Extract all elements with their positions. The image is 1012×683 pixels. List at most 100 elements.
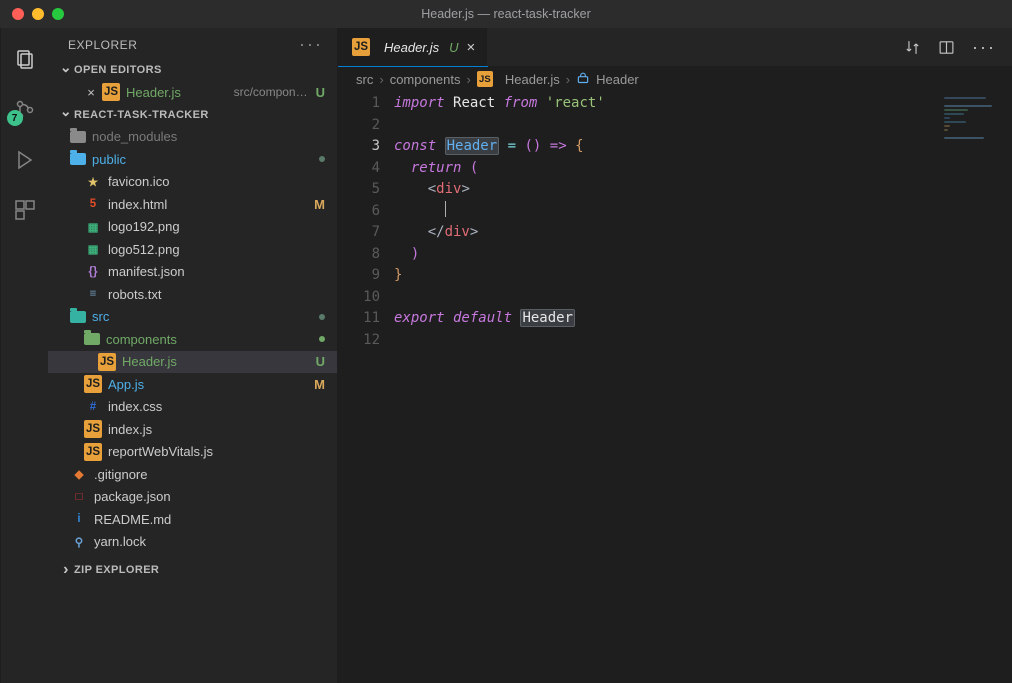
folder-item[interactable]: src	[48, 306, 337, 329]
file-icon: ▦	[84, 218, 102, 236]
extensions-icon[interactable]	[13, 198, 37, 222]
file-name: node_modules	[92, 129, 325, 144]
file-name: index.js	[108, 422, 325, 437]
file-name: App.js	[108, 377, 314, 392]
split-editor-icon[interactable]	[938, 37, 955, 58]
open-editor-status: U	[316, 85, 325, 100]
chevron-down-icon	[58, 62, 74, 78]
file-item[interactable]: JS index.js	[48, 418, 337, 441]
project-section[interactable]: REACT-TASK-TRACKER	[48, 104, 337, 126]
git-status: M	[314, 377, 325, 392]
file-icon: ▦	[84, 240, 102, 258]
tab-close-icon[interactable]: ×	[467, 39, 476, 56]
run-debug-icon[interactable]	[13, 148, 37, 172]
file-item[interactable]: JSHeader.jsU	[48, 351, 337, 374]
file-icon: #	[84, 398, 102, 416]
file-item[interactable]: ≡robots.txt	[48, 283, 337, 306]
explorer-title: EXPLORER	[68, 38, 137, 52]
file-name: yarn.lock	[94, 534, 325, 549]
open-editors-section[interactable]: OPEN EDITORS	[48, 59, 337, 81]
folder-icon	[70, 131, 86, 143]
file-item[interactable]: JS reportWebVitals.js	[48, 441, 337, 464]
breadcrumb-item[interactable]: Header.js	[505, 72, 560, 87]
js-file-icon: JS	[84, 443, 102, 461]
window-controls	[12, 8, 64, 20]
file-item[interactable]: ★ favicon.ico	[48, 171, 337, 194]
minimap[interactable]	[944, 95, 1004, 215]
file-item[interactable]: ▦logo512.png	[48, 238, 337, 261]
folder-icon	[70, 153, 86, 165]
zoom-window-button[interactable]	[52, 8, 64, 20]
explorer-icon[interactable]	[13, 48, 37, 72]
close-icon[interactable]: ×	[84, 85, 98, 100]
file-item[interactable]: iREADME.md	[48, 508, 337, 531]
file-name: manifest.json	[108, 264, 325, 279]
code-editor[interactable]: 123456789101112 import React from 'react…	[338, 93, 1012, 683]
open-editor-name: Header.js	[126, 85, 228, 100]
file-name: Header.js	[122, 354, 316, 369]
chevron-right-icon	[58, 562, 74, 578]
file-name: index.html	[108, 197, 314, 212]
file-icon: 5	[84, 195, 102, 213]
source-control-icon[interactable]: 7	[13, 98, 37, 122]
file-name: reportWebVitals.js	[108, 444, 325, 459]
folder-icon	[84, 333, 100, 345]
more-actions-icon[interactable]: ···	[972, 37, 996, 58]
chevron-right-icon: ›	[566, 72, 570, 87]
file-icon: □	[70, 488, 88, 506]
close-window-button[interactable]	[12, 8, 24, 20]
breadcrumb-item[interactable]: src	[356, 72, 373, 87]
chevron-right-icon: ›	[379, 72, 383, 87]
zip-section[interactable]: ZIP EXPLORER	[48, 559, 337, 581]
breadcrumb-item[interactable]: Header	[596, 72, 639, 87]
file-tree: node_modulespublic ★ favicon.ico 5 index.htm…	[48, 126, 337, 560]
tab-header-js[interactable]: JS Header.js U ×	[338, 28, 488, 66]
activity-bar: 7	[0, 28, 48, 683]
file-icon: ★	[84, 173, 102, 191]
folder-item[interactable]: public	[48, 148, 337, 171]
file-item[interactable]: 5 index.htmlM	[48, 193, 337, 216]
file-icon: {}	[84, 263, 102, 281]
open-editors-label: OPEN EDITORS	[74, 64, 162, 76]
file-item[interactable]: {} manifest.json	[48, 261, 337, 284]
git-status: U	[316, 354, 325, 369]
editor-area: JS Header.js U × ··· src › components › …	[338, 28, 1012, 683]
js-file-icon: JS	[84, 420, 102, 438]
folder-item[interactable]: components	[48, 328, 337, 351]
breadcrumb-item[interactable]: components	[390, 72, 461, 87]
chevron-down-icon	[58, 107, 74, 123]
tab-status: U	[449, 40, 458, 55]
project-label: REACT-TASK-TRACKER	[74, 109, 209, 121]
file-icon: ◆	[70, 465, 88, 483]
breadcrumb[interactable]: src › components › JS Header.js › Header	[338, 67, 1012, 93]
compare-changes-icon[interactable]	[904, 37, 921, 58]
file-item[interactable]: ◆ .gitignore	[48, 463, 337, 486]
folder-item[interactable]: node_modules	[48, 126, 337, 149]
file-item[interactable]: □package.json	[48, 486, 337, 509]
js-file-icon: JS	[477, 71, 493, 87]
git-status: M	[314, 197, 325, 212]
untracked-dot-icon	[319, 336, 325, 342]
file-name: favicon.ico	[108, 174, 325, 189]
explorer-more-icon[interactable]: ···	[299, 34, 323, 55]
symbol-icon	[576, 72, 590, 87]
js-file-icon: JS	[352, 38, 370, 56]
editor-actions: ···	[904, 37, 1012, 58]
file-name: index.css	[108, 399, 325, 414]
file-name: src	[92, 309, 319, 324]
file-item[interactable]: # index.css	[48, 396, 337, 419]
sidebar: EXPLORER ··· OPEN EDITORS × JS Header.js…	[48, 28, 338, 683]
file-item[interactable]: ▦ logo192.png	[48, 216, 337, 239]
file-name: logo192.png	[108, 219, 325, 234]
file-name: .gitignore	[94, 467, 325, 482]
open-editor-item[interactable]: × JS Header.js src/compon… U	[48, 81, 337, 104]
minimize-window-button[interactable]	[32, 8, 44, 20]
window-title: Header.js — react-task-tracker	[421, 7, 591, 21]
file-item[interactable]: ⚲ yarn.lock	[48, 531, 337, 554]
file-item[interactable]: JSApp.jsM	[48, 373, 337, 396]
zip-explorer-label: ZIP EXPLORER	[74, 564, 159, 576]
file-icon: ⚲	[70, 533, 88, 551]
file-name: robots.txt	[108, 287, 325, 302]
editor-tabs: JS Header.js U × ···	[338, 28, 1012, 66]
folder-icon	[70, 311, 86, 323]
